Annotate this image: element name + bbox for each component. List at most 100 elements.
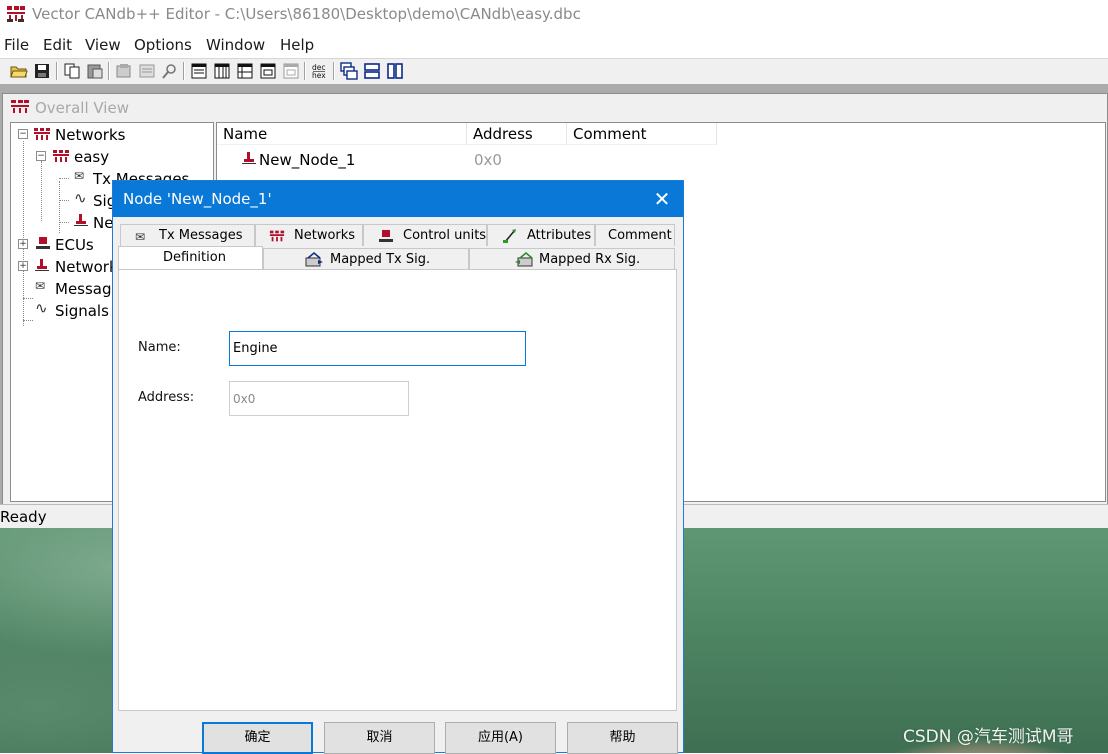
tab-mapped-rx-signals[interactable]: Mapped Rx Sig.	[469, 248, 675, 270]
cancel-button[interactable]: 取消	[324, 722, 435, 754]
dec-hex-icon[interactable]: dechex	[310, 62, 328, 80]
address-input[interactable]	[229, 381, 409, 416]
tree-item-signals[interactable]: Signals	[55, 302, 109, 320]
expand-network-nodes-icon[interactable]: +	[18, 261, 28, 271]
open-icon[interactable]	[10, 62, 28, 80]
tab-label: Definition	[163, 250, 226, 265]
app-icon	[7, 6, 25, 22]
signal-wave-icon: ∿	[35, 299, 48, 317]
tab-label: Tx Messages	[159, 228, 243, 243]
column-header-comment[interactable]: Comment	[567, 123, 717, 145]
window-titlebar: Vector CANdb++ Editor - C:\Users\86180\D…	[0, 0, 1108, 30]
tab-tx-messages[interactable]: ✉ Tx Messages	[120, 224, 255, 246]
ok-button[interactable]: 确定	[202, 722, 313, 754]
status-text: Ready	[0, 508, 47, 526]
view-columns-icon[interactable]	[213, 62, 231, 80]
window-title: Vector CANdb++ Editor - C:\Users\86180\D…	[32, 5, 581, 23]
overall-view-icon	[11, 100, 29, 113]
tab-mapped-tx-signals[interactable]: Mapped Tx Sig.	[263, 248, 469, 270]
tile-vertical-icon[interactable]	[386, 62, 404, 80]
address-label: Address:	[138, 390, 195, 405]
node-icon	[242, 152, 256, 164]
menu-edit[interactable]: Edit	[43, 36, 72, 54]
menu-view[interactable]: View	[85, 36, 121, 54]
menu-options[interactable]: Options	[134, 36, 192, 54]
view-grid-icon[interactable]	[259, 62, 277, 80]
tab-label: Mapped Rx Sig.	[539, 252, 641, 267]
collapse-easy-icon[interactable]: −	[36, 151, 46, 161]
envelope-icon: ✉	[74, 169, 85, 183]
tile-cascade-icon[interactable]	[340, 62, 358, 80]
menu-file[interactable]: File	[4, 36, 29, 54]
mapped-tx-signal-icon	[305, 252, 323, 267]
close-icon[interactable]: ✕	[647, 184, 677, 214]
expand-ecus-icon[interactable]: +	[18, 239, 28, 249]
tree-item-easy[interactable]: easy	[74, 148, 109, 166]
details-icon[interactable]	[138, 62, 156, 80]
toolbar-separator	[56, 62, 58, 80]
tab-networks[interactable]: Networks	[255, 224, 363, 246]
row-address: 0x0	[474, 151, 502, 169]
toolbar-separator	[183, 62, 185, 80]
tree-item-ecus[interactable]: ECUs	[55, 236, 94, 254]
envelope-icon: ✉	[135, 230, 146, 244]
tree-line	[59, 222, 69, 223]
search-icon[interactable]	[161, 62, 179, 80]
envelope-icon: ✉	[35, 279, 46, 293]
name-input[interactable]	[229, 331, 526, 366]
view-list-icon[interactable]	[190, 62, 208, 80]
tree-line	[23, 320, 33, 321]
signal-wave-icon: ∿	[74, 189, 87, 207]
collapse-networks-icon[interactable]: −	[18, 129, 28, 139]
column-header-address[interactable]: Address	[467, 123, 567, 145]
dialog-title: Node 'New_Node_1'	[123, 190, 272, 208]
toolbar-separator	[108, 62, 110, 80]
networks-icon	[34, 128, 50, 140]
menu-bar: File Edit View Options Window Help	[0, 32, 1108, 56]
overall-view-title: Overall View	[35, 99, 129, 117]
toolbar-separator	[304, 62, 306, 80]
menu-help[interactable]: Help	[280, 36, 314, 54]
toolbar: dec hex	[0, 58, 1108, 85]
apply-button[interactable]: 应用(A)	[445, 722, 556, 754]
tab-label: Attributes	[527, 228, 592, 243]
tree-line	[59, 200, 69, 201]
network-easy-icon	[53, 150, 69, 162]
column-header-name[interactable]: Name	[217, 123, 467, 145]
node-icon	[74, 214, 88, 226]
view-table-icon[interactable]	[236, 62, 254, 80]
ecu-icon	[379, 230, 393, 242]
tree-item-messages[interactable]: Message	[55, 280, 121, 298]
properties-icon[interactable]	[115, 62, 133, 80]
tab-label: Comment	[608, 228, 672, 243]
node-dialog[interactable]: Node 'New_Node_1' ✕ ✉ Tx Messages Networ…	[112, 180, 684, 754]
help-button[interactable]: 帮助	[567, 722, 678, 754]
tree-item-node-easy[interactable]: Ne	[93, 214, 113, 232]
tab-label: Control units	[403, 228, 487, 243]
tab-attributes[interactable]: Attributes	[487, 224, 595, 246]
network-node-icon	[35, 259, 49, 271]
mapped-rx-signal-icon	[515, 252, 533, 267]
name-label: Name:	[138, 340, 181, 355]
tree-line	[41, 161, 42, 221]
tree-line	[23, 298, 33, 299]
toolbar-separator	[333, 62, 335, 80]
tab-control-units[interactable]: Control units	[363, 224, 487, 246]
ecu-icon	[36, 237, 50, 249]
menu-window[interactable]: Window	[206, 36, 265, 54]
tile-horizontal-icon[interactable]	[363, 62, 381, 80]
save-icon[interactable]	[33, 62, 51, 80]
tab-definition[interactable]: Definition	[118, 246, 263, 270]
tree-item-network-nodes[interactable]: Network	[55, 258, 118, 276]
copy-icon[interactable]	[63, 62, 81, 80]
tab-comment[interactable]: Comment	[595, 224, 675, 246]
tree-item-networks[interactable]: Networks	[55, 126, 125, 144]
attributes-icon	[503, 229, 516, 243]
view-disabled-icon[interactable]	[282, 62, 300, 80]
tab-label: Mapped Tx Sig.	[330, 252, 431, 267]
paste-icon[interactable]	[86, 62, 104, 80]
definition-tab-page: Name: Address:	[118, 269, 677, 711]
watermark: CSDN @汽车测试M哥	[903, 727, 1074, 747]
networks-icon	[269, 230, 285, 242]
svg-text:hex: hex	[312, 71, 326, 80]
